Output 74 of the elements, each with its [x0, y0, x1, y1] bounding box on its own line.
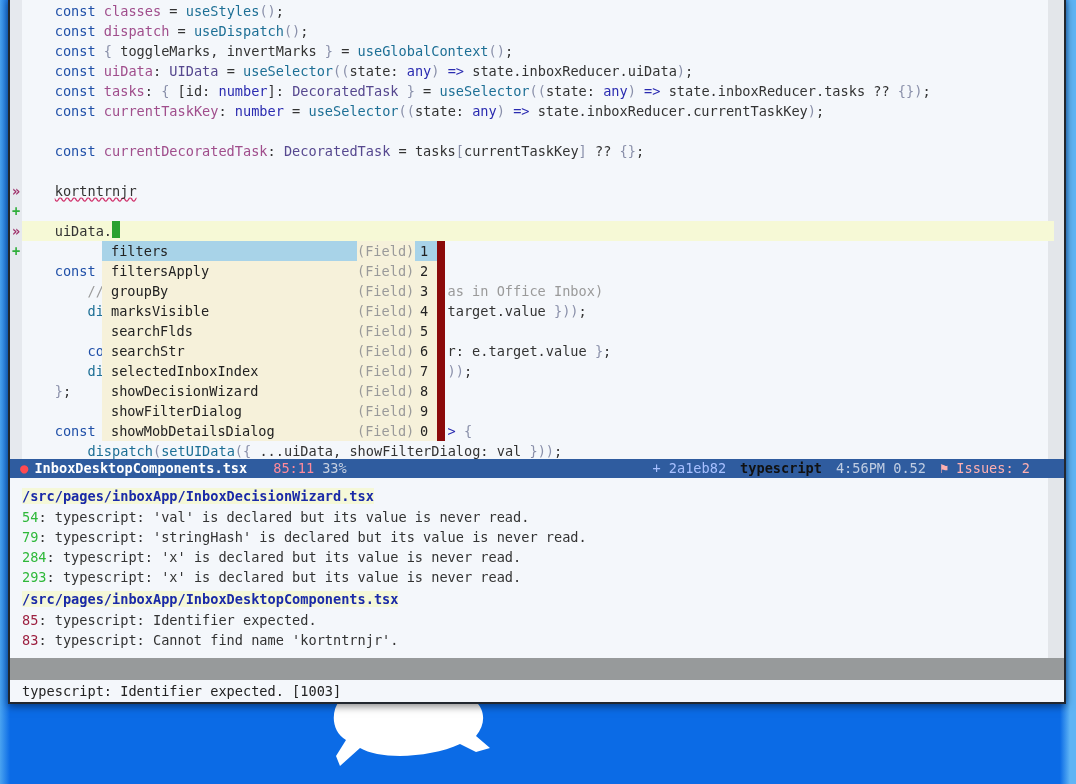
modified-indicator: ● — [20, 459, 29, 478]
scroll-percent: 33% — [322, 459, 347, 478]
file-heading[interactable]: /src/pages/inboxApp/InboxDecisionWizard.tsx — [22, 488, 374, 504]
code-line: // — [86, 282, 104, 301]
code-line: const uiData: UIData = useSelector((state: any) => state.inboxReducer.uiData); — [53, 62, 694, 81]
completion-shortcut: 0 — [419, 422, 430, 441]
completion-annotation: (Field) — [357, 402, 415, 421]
code-line: const currentTaskKey: number = useSelector((state: any) => state.inboxReducer.currentTaskKey); — [53, 102, 825, 121]
cursor-position: 85:11 — [273, 459, 315, 478]
fringe-marker: » — [10, 182, 22, 201]
completion-shortcut: 7 — [419, 362, 430, 381]
code-line: const — [53, 422, 96, 441]
completion-shortcut: 8 — [419, 382, 430, 401]
completion-shortcut: 2 — [419, 262, 430, 281]
completion-annotation: (Field) — [357, 262, 415, 281]
completion-item[interactable]: selectedInboxIndex — [102, 361, 357, 381]
issues-count: ⚑ Issues: 2 — [939, 459, 1030, 478]
vc-status: + 2a1eb82 — [652, 459, 727, 478]
diagnostic-line[interactable]: 54: typescript: 'val' is declared but its value is never read. — [22, 507, 530, 527]
time-load: 4:56PM 0.52 — [835, 459, 926, 478]
major-mode: typescript — [740, 459, 822, 478]
code-line: const { toggleMarks, invertMarks } = useGlobalContext(); — [53, 42, 514, 61]
completion-annotation: (Field) — [357, 282, 415, 301]
code-line: as in Office Inbox) — [447, 282, 604, 301]
completion-item[interactable]: marksVisible — [102, 301, 357, 321]
completion-item[interactable]: showFilterDialog — [102, 401, 357, 421]
file-heading[interactable]: /src/pages/inboxApp/InboxDesktopComponents.tsx — [22, 591, 399, 607]
code-line: di — [86, 302, 104, 321]
code-line: )); — [447, 362, 473, 381]
completion-item[interactable]: showMobDetailsDialog — [102, 421, 357, 441]
completion-annotation: (Field) — [357, 382, 415, 401]
diagnostic-line[interactable]: 284: typescript: 'x' is declared but its value is never read. — [22, 547, 522, 567]
completion-item[interactable]: filters — [102, 241, 357, 261]
completion-annotation: (Field) — [357, 302, 415, 321]
code-line: }; — [53, 382, 72, 401]
completion-shortcut: 5 — [419, 322, 430, 341]
diagnostic-line[interactable]: 79: typescript: 'stringHash' is declared but its value is never read. — [22, 527, 587, 547]
code-line: dispatch(setUIData({ ...uiData, showFilterDialog: val })); — [86, 442, 563, 459]
completion-annotation: (Field) — [357, 242, 415, 261]
scroll-bar[interactable] — [437, 241, 445, 441]
completion-shortcut: 9 — [419, 402, 430, 421]
code-line: target.value })); — [447, 302, 587, 321]
buffer-name: InboxDesktopComponents.tsx — [34, 459, 248, 478]
code-line: > { — [447, 422, 473, 441]
completion-shortcut: 4 — [419, 302, 430, 321]
completion-annotation: (Field) — [357, 322, 415, 341]
echo-message: typescript: Identifier expected. [1003] — [21, 682, 343, 701]
diagnostic-line[interactable]: 293: typescript: 'x' is declared but its value is never read. — [22, 567, 522, 587]
completion-item[interactable]: groupBy — [102, 281, 357, 301]
code-line: const — [53, 262, 96, 281]
completion-annotation: (Field) — [357, 342, 415, 361]
code-line: r: e.target.value }; — [447, 342, 612, 361]
fringe-marker: + — [10, 242, 22, 261]
completion-shortcut: 3 — [419, 282, 430, 301]
fringe-marker: + — [10, 202, 22, 221]
completion-item[interactable]: showDecisionWizard — [102, 381, 357, 401]
code-line: uiData. — [53, 222, 113, 241]
diagnostic-line[interactable]: 83: typescript: Cannot find name 'kortntrnjr'. — [22, 630, 399, 650]
completion-shortcut: 6 — [419, 342, 430, 361]
code-line: const dispatch = useDispatch(); — [53, 22, 309, 41]
completion-shortcut: 1 — [415, 241, 437, 261]
completion-item[interactable]: searchFlds — [102, 321, 357, 341]
code-line: di — [86, 362, 104, 381]
diagnostic-line[interactable]: 85: typescript: Identifier expected. — [22, 610, 317, 630]
text-cursor — [112, 221, 121, 238]
completion-item[interactable]: filtersApply — [102, 261, 357, 281]
code-line: const tasks: { [id: number]: DecoratedTask } = useSelector((state: any) => state.inboxReducer.tasks ?? {}); — [53, 82, 931, 101]
code-line: kortntrnjr — [53, 182, 137, 201]
code-line: const currentDecoratedTask: DecoratedTask = tasks[currentTaskKey] ?? {}; — [53, 142, 645, 161]
completion-annotation: (Field) — [357, 422, 415, 441]
fringe-marker: » — [10, 222, 22, 241]
code-line: const classes = useStyles(); — [53, 2, 284, 21]
completion-annotation: (Field) — [357, 362, 415, 381]
completion-item[interactable]: searchStr — [102, 341, 357, 361]
